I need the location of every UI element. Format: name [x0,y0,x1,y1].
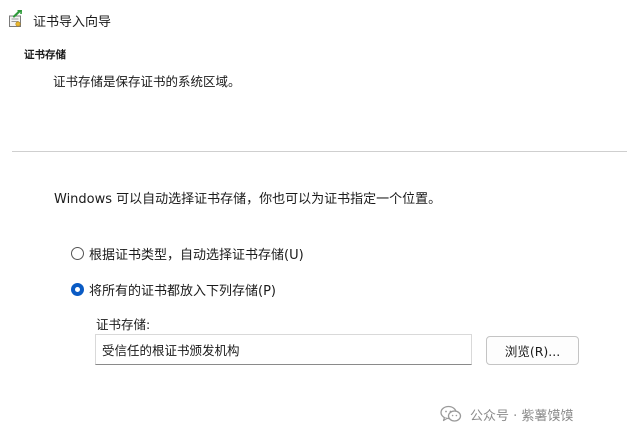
certificate-store-field[interactable] [95,334,472,365]
browse-button[interactable]: 浏览(R)... [486,336,579,365]
certificate-store-label: 证书存储: [96,317,151,332]
title-bar: 证书导入向导 [0,0,627,40]
place-all-in-store-label[interactable]: 将所有的证书都放入下列存储(P) [89,280,276,299]
auto-select-store-option[interactable]: 根据证书类型，自动选择证书存储(U) [71,243,304,263]
auto-select-store-label[interactable]: 根据证书类型，自动选择证书存储(U) [89,244,304,263]
window-title: 证书导入向导 [33,15,112,30]
place-all-in-store-radio[interactable] [71,282,84,296]
wechat-icon [440,405,462,423]
header-divider [12,151,627,152]
certificate-import-wizard-icon [8,9,24,28]
place-all-in-store-option[interactable]: 将所有的证书都放入下列存储(P) [71,279,276,299]
page-heading: 证书存储 [24,49,66,61]
page-description: 证书存储是保存证书的系统区域。 [53,74,241,89]
watermark-text: 公众号 · 紫薯馍馍 [470,408,574,424]
certificate-import-wizard: 证书导入向导 证书存储 证书存储是保存证书的系统区域。 Windows 可以自动… [0,0,627,439]
intro-text: Windows 可以自动选择证书存储，你也可以为证书指定一个位置。 [54,192,442,207]
auto-select-store-radio[interactable] [71,246,84,260]
watermark: 公众号 · 紫薯馍馍 [440,403,573,425]
header-panel [0,40,627,150]
